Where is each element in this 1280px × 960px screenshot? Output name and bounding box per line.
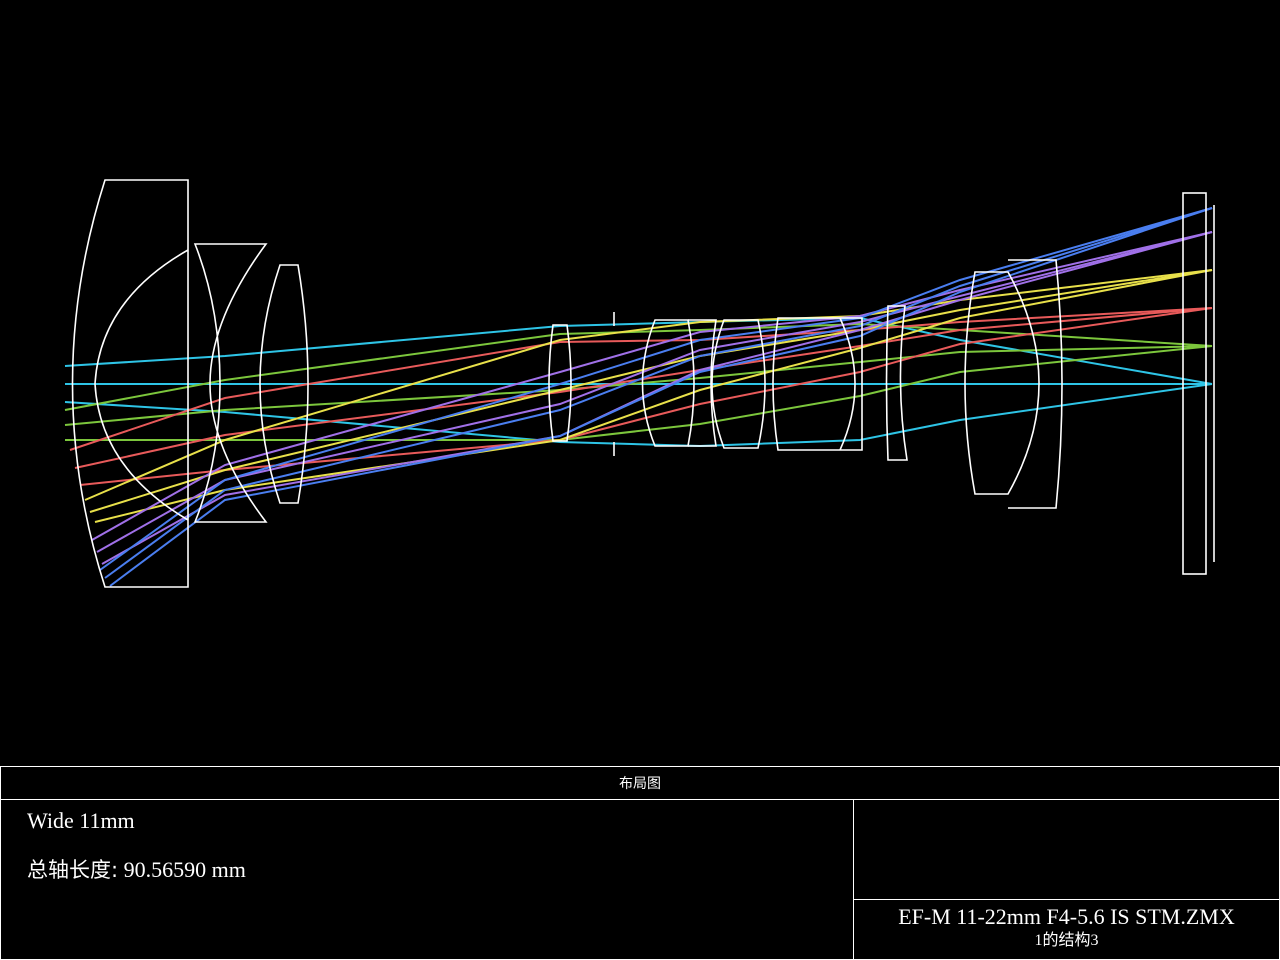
- axial-length-label: 总轴长度:: [27, 858, 119, 882]
- zoom-position-note: Wide 11mm: [27, 808, 135, 833]
- config-number: 3: [1090, 932, 1099, 949]
- ray-yellow-2: [89, 269, 1213, 513]
- title-block-blank-cell: [854, 800, 1279, 900]
- axial-length-note: 总轴长度: 90.56590 mm: [27, 854, 246, 884]
- ray-yellow-3: [94, 269, 1213, 523]
- config-text: 的结构: [1042, 930, 1091, 949]
- ray-blue-3: [109, 207, 1213, 587]
- notes-panel: Wide 11mm 总轴长度: 90.56590 mm: [1, 800, 854, 959]
- file-name: EF-M 11-22mm F4-5.6 IS STM.ZMX: [898, 904, 1235, 929]
- configuration-label: 1的结构3: [854, 930, 1279, 951]
- ray-green-1: [64, 322, 1213, 411]
- title-block: 布局图 Wide 11mm 总轴长度: 90.56590 mm EF-M 11-…: [0, 766, 1280, 960]
- ray-blue-1: [99, 207, 1213, 571]
- file-info-cell: EF-M 11-22mm F4-5.6 IS STM.ZMX 1的结构3: [854, 900, 1279, 959]
- ray-purple-3: [101, 231, 1213, 565]
- window-title: 布局图: [1, 767, 1279, 800]
- ray-bundles: [64, 207, 1213, 587]
- axial-length-value: 90.56590 mm: [123, 857, 246, 882]
- optical-layout-diagram: [64, 179, 1215, 588]
